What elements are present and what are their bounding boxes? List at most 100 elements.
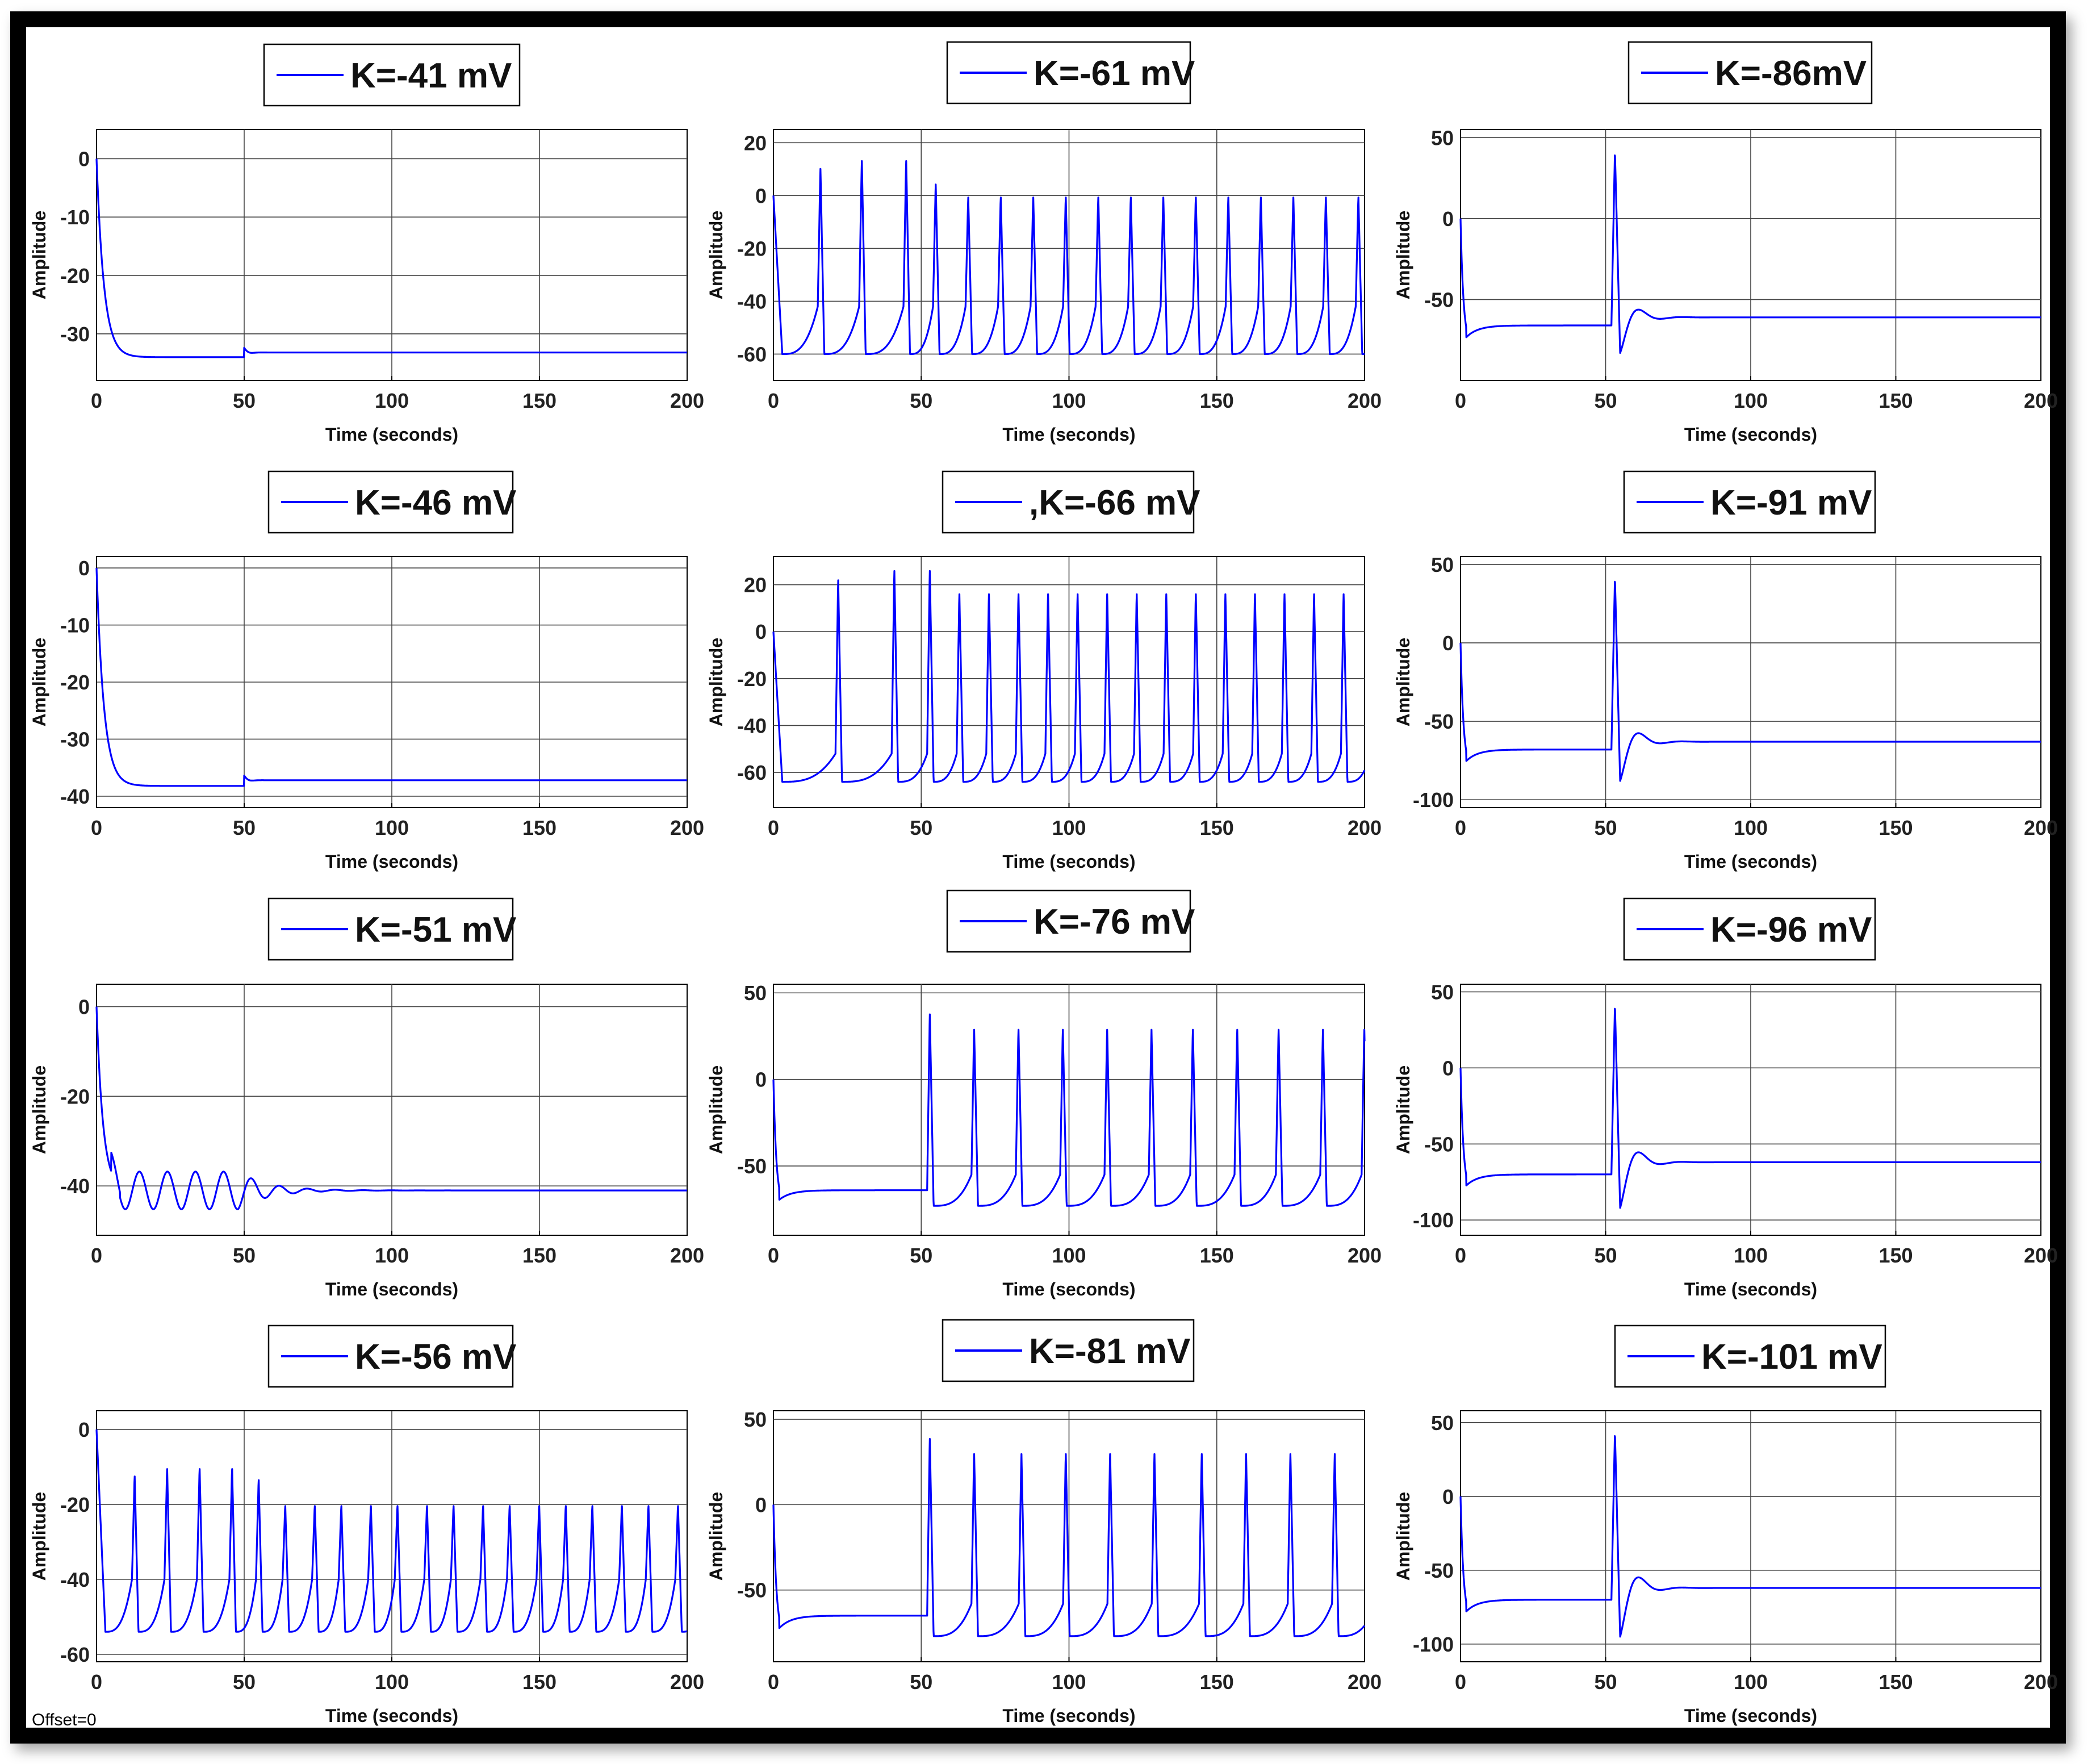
x-axis-label: Time (seconds) — [325, 424, 458, 445]
y-tick-label: -50 — [737, 1579, 767, 1602]
chart-panel: 0 50 100 150 200 50 0 -50 -100 Time (seconds) Ampl… — [1393, 470, 2058, 872]
x-tick-label: 150 — [522, 816, 557, 839]
x-tick-label: 0 — [1455, 816, 1466, 839]
legend: K=-51 mV — [267, 897, 516, 961]
x-tick-label: 200 — [670, 1244, 704, 1267]
legend-label: K=-61 mV — [1034, 54, 1195, 93]
legend-label: ,K=-66 mV — [1029, 483, 1200, 522]
y-tick-label: -50 — [1424, 1132, 1454, 1156]
y-tick-label: 20 — [744, 574, 767, 597]
y-axis-label: Amplitude — [1393, 1065, 1413, 1154]
y-tick-label: 0 — [755, 1493, 767, 1516]
x-tick-label: 50 — [910, 389, 932, 412]
chart-panel: 0 50 100 150 200 0 -10 -20 -30 -40 Time (seconds) A… — [29, 470, 704, 872]
legend-label: K=-86mV — [1715, 54, 1867, 93]
x-tick-label: 150 — [1878, 1244, 1913, 1267]
y-tick-label: 0 — [1442, 1485, 1454, 1508]
legend: K=-46 mV — [267, 470, 516, 534]
y-tick-label: 20 — [744, 131, 767, 154]
y-tick-label: -50 — [1424, 710, 1454, 733]
legend-label: K=-41 mV — [350, 56, 512, 95]
x-tick-label: 150 — [1200, 1670, 1234, 1694]
x-tick-label: 0 — [768, 1670, 779, 1694]
x-tick-label: 100 — [1052, 389, 1086, 412]
chart-panel: 0 50 100 150 200 50 0 -50 Time (seconds) Amplitud… — [706, 889, 1382, 1299]
x-tick-label: 150 — [1878, 816, 1913, 839]
y-tick-label: -100 — [1413, 1209, 1454, 1232]
x-tick-label: 50 — [233, 816, 256, 839]
x-tick-label: 100 — [375, 389, 409, 412]
y-axis-label: Amplitude — [29, 211, 49, 299]
x-axis-label: Time (seconds) — [1002, 1279, 1135, 1299]
legend: K=-91 mV — [1623, 470, 1876, 534]
y-tick-label: -50 — [737, 1155, 767, 1178]
y-axis-label: Amplitude — [1393, 211, 1413, 299]
x-axis-label: Time (seconds) — [325, 1706, 458, 1726]
x-tick-label: 200 — [1348, 389, 1382, 412]
legend: K=-41 mV — [263, 43, 521, 107]
y-tick-label: 50 — [744, 981, 767, 1005]
x-tick-label: 0 — [768, 816, 779, 839]
chart-panel: 0 50 100 150 200 0 -20 -40 Time (seconds) Amplitu… — [29, 897, 704, 1299]
x-axis-label: Time (seconds) — [1684, 851, 1817, 872]
y-tick-label: -40 — [60, 785, 90, 808]
x-tick-label: 50 — [910, 816, 932, 839]
legend: ,K=-66 mV — [942, 470, 1200, 534]
x-axis-label: Time (seconds) — [1684, 424, 1817, 445]
y-tick-label: 0 — [78, 147, 90, 170]
x-tick-label: 100 — [1734, 816, 1768, 839]
x-axis-label: Time (seconds) — [1002, 1706, 1135, 1726]
x-tick-label: 50 — [233, 1670, 256, 1694]
y-tick-label: 50 — [1431, 553, 1454, 576]
x-tick-label: 150 — [1200, 816, 1234, 839]
y-tick-label: 0 — [1442, 1056, 1454, 1080]
x-tick-label: 100 — [1734, 389, 1768, 412]
x-tick-label: 0 — [768, 1244, 779, 1267]
x-tick-label: 150 — [522, 1670, 557, 1694]
y-axis-label: Amplitude — [1393, 1492, 1413, 1581]
x-tick-label: 150 — [522, 389, 557, 412]
x-tick-label: 200 — [670, 1670, 704, 1694]
x-axis-label: Time (seconds) — [325, 851, 458, 872]
y-tick-label: 0 — [1442, 207, 1454, 231]
offset-label: Offset=0 — [32, 1711, 97, 1729]
x-tick-label: 200 — [2024, 1244, 2058, 1267]
y-tick-label: -20 — [60, 1493, 90, 1516]
legend: K=-86mV — [1627, 41, 1873, 104]
y-tick-label: -40 — [60, 1568, 90, 1591]
y-axis-label: Amplitude — [1393, 638, 1413, 726]
y-axis-label: Amplitude — [29, 1065, 49, 1154]
y-tick-label: 50 — [1431, 126, 1454, 149]
y-axis-label: Amplitude — [706, 1065, 726, 1154]
y-tick-label: 0 — [755, 620, 767, 643]
x-tick-label: 50 — [1594, 816, 1617, 839]
y-axis-label: Amplitude — [29, 638, 49, 726]
y-tick-label: 0 — [78, 995, 90, 1018]
x-tick-label: 100 — [375, 1670, 409, 1694]
legend: K=-56 mV — [267, 1324, 516, 1388]
x-tick-label: 100 — [1734, 1244, 1768, 1267]
y-tick-label: 0 — [755, 184, 767, 207]
x-tick-label: 100 — [1734, 1670, 1768, 1694]
y-tick-label: -20 — [60, 264, 90, 287]
y-axis-label: Amplitude — [706, 1492, 726, 1581]
y-axis-label: Amplitude — [706, 638, 726, 726]
legend-label: K=-96 mV — [1710, 910, 1872, 950]
chart-panel: 0 50 100 150 200 0 -10 -20 -30 Time (seconds) Ampl… — [29, 43, 704, 445]
chart-panel: 0 50 100 150 200200-20-40-60Time (seconds)Am… — [706, 41, 1382, 445]
legend: K=-81 mV — [942, 1319, 1195, 1382]
legend: K=-76 mV — [946, 889, 1195, 953]
y-tick-label: -20 — [737, 237, 767, 260]
y-tick-label: 0 — [78, 557, 90, 580]
x-tick-label: 200 — [1348, 816, 1382, 839]
y-tick-label: 0 — [78, 1418, 90, 1441]
x-tick-label: 150 — [1200, 389, 1234, 412]
y-tick-label: 0 — [1442, 632, 1454, 655]
x-tick-label: 200 — [2024, 1670, 2058, 1694]
y-tick-label: -40 — [60, 1174, 90, 1198]
chart-panel: 0 50 100 150 200 50 0 -50 Time (seconds) Amplitud… — [1393, 41, 2058, 445]
y-tick-label: -10 — [60, 614, 90, 637]
legend-label: K=-81 mV — [1029, 1332, 1190, 1371]
y-tick-label: 0 — [755, 1068, 767, 1092]
legend-label: K=-91 mV — [1710, 483, 1872, 522]
